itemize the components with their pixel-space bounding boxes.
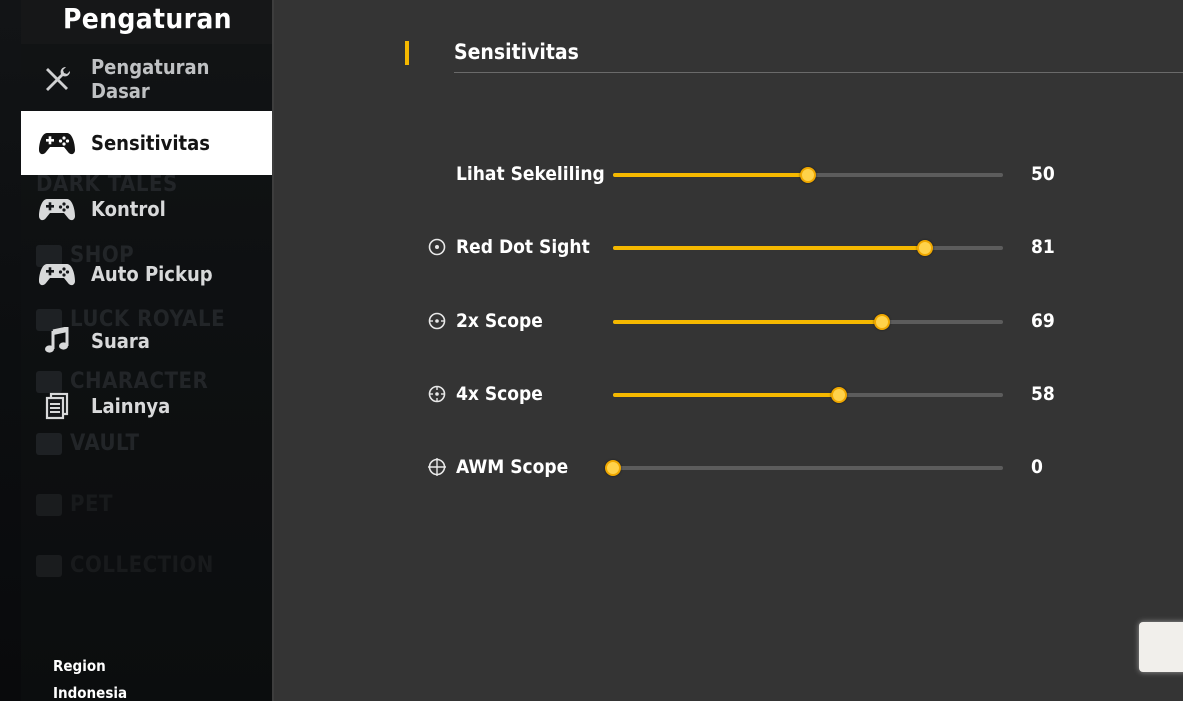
slider-value: 58	[1031, 383, 1055, 405]
section-divider	[454, 72, 1183, 73]
slider-value: 50	[1031, 163, 1055, 185]
sidebar-item-label: Suara	[91, 329, 150, 353]
sidebar-item-label: Lainnya	[91, 394, 171, 418]
slider-knob[interactable]	[831, 387, 848, 403]
region-value: Indonesia	[53, 684, 128, 701]
region-info: Region Indonesia	[53, 652, 127, 701]
sensitivity-slider[interactable]	[613, 387, 1003, 403]
slider-value: 81	[1031, 236, 1055, 258]
slider-knob[interactable]	[605, 460, 621, 476]
region-label: Region	[53, 657, 106, 675]
sidebar-item-lainnya[interactable]: Lainnya	[21, 374, 272, 438]
music-note-icon	[39, 323, 75, 359]
sensitivity-slider[interactable]	[613, 167, 1003, 183]
slider-fill	[613, 173, 808, 177]
slider-row-2x-scope: 2x Scope 69	[274, 302, 1183, 342]
slider-row-awm-scope: AWM Scope 0	[274, 448, 1183, 488]
scope-2x-icon	[427, 311, 447, 331]
slider-label: AWM Scope	[456, 456, 569, 478]
settings-screen: DARK TALES SHOP LUCK ROYALE CHARACTER VA…	[0, 0, 1183, 701]
section-accent-bar	[405, 41, 409, 65]
slider-knob[interactable]	[874, 314, 891, 330]
slider-knob[interactable]	[917, 240, 933, 256]
sidebar-item-kontrol[interactable]: Kontrol	[21, 177, 272, 241]
section-title: Sensitivitas	[454, 40, 579, 64]
sidebar-item-label: Pengaturan Dasar	[91, 55, 210, 103]
sidebar-item-sensitivitas[interactable]: Sensitivitas	[21, 111, 272, 175]
slider-row-4x-scope: 4x Scope 58	[274, 375, 1183, 415]
slider-fill	[613, 393, 840, 397]
slider-fill	[613, 320, 883, 324]
sensitivity-slider[interactable]	[605, 460, 1003, 476]
red-dot-icon	[427, 237, 447, 257]
scope-4x-icon	[427, 384, 447, 404]
gamepad-icon	[39, 125, 75, 161]
slider-label: 2x Scope	[456, 310, 543, 332]
sidebar-item-suara[interactable]: Suara	[21, 309, 272, 373]
sensitivity-panel: Sensitivitas Lihat Sekeliling 50 Red Dot…	[272, 0, 1183, 701]
slider-row-red-dot-sight: Red Dot Sight 81	[274, 228, 1183, 268]
slider-label: Red Dot Sight	[456, 236, 590, 258]
sensitivity-slider[interactable]	[613, 314, 1003, 330]
slider-label: Lihat Sekeliling	[456, 163, 605, 185]
sidebar-item-pengaturan-dasar[interactable]: Pengaturan Dasar	[21, 47, 272, 111]
corner-button[interactable]	[1139, 622, 1183, 672]
slider-value: 69	[1031, 310, 1055, 332]
sidebar-item-label: Kontrol	[91, 197, 166, 221]
slider-value: 0	[1031, 456, 1043, 478]
sidebar-title: Pengaturan	[63, 2, 232, 35]
sidebar-item-auto-pickup[interactable]: Auto Pickup	[21, 242, 272, 306]
sensitivity-slider[interactable]	[613, 240, 1003, 256]
slider-fill	[613, 246, 925, 250]
crosshair-icon	[427, 457, 447, 477]
slider-knob[interactable]	[800, 167, 816, 183]
slider-row-lihat-sekeliling: Lihat Sekeliling 50	[274, 155, 1183, 195]
sidebar-item-label: Sensitivitas	[91, 131, 210, 155]
sidebar-header: Pengaturan	[21, 0, 272, 44]
settings-sidebar: Pengaturan Pengaturan Dasar Sensitivitas…	[21, 0, 272, 701]
document-icon	[39, 388, 75, 424]
gamepad-icon	[39, 256, 75, 292]
sidebar-item-label: Auto Pickup	[91, 262, 213, 286]
gamepad-icon	[39, 191, 75, 227]
slider-label: 4x Scope	[456, 383, 543, 405]
tools-icon	[39, 61, 75, 97]
